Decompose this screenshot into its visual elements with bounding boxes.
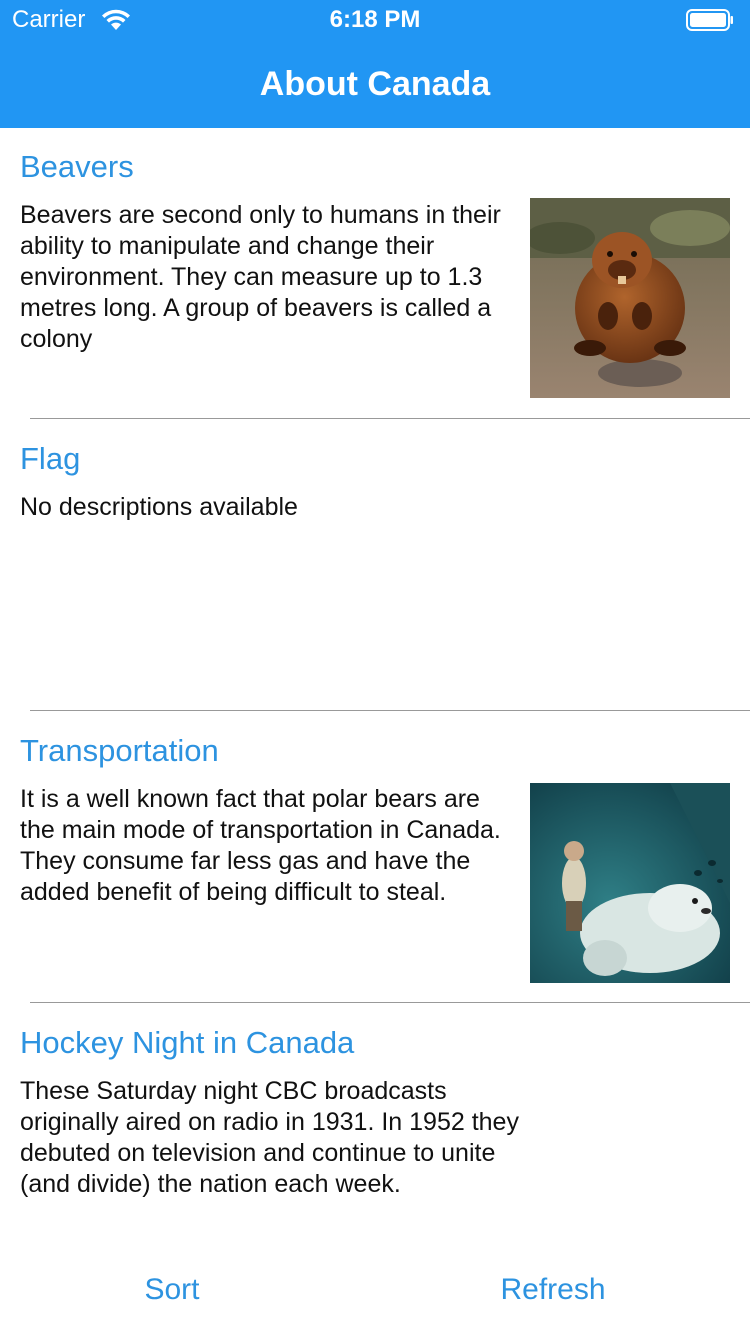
row-separator	[30, 1002, 750, 1003]
row-separator	[30, 418, 750, 419]
list-item-beavers[interactable]: Beavers Beavers are second only to human…	[0, 128, 750, 420]
row-title: Flag	[20, 441, 81, 476]
battery-icon	[686, 9, 733, 31]
row-title: Beavers	[20, 149, 134, 184]
list-item-flag[interactable]: Flag No descriptions available	[0, 420, 750, 712]
status-bar: Carrier 6:18 PM	[0, 0, 750, 40]
row-description: No descriptions available	[20, 493, 298, 521]
list-item-transportation[interactable]: Transportation It is a well known fact t…	[0, 712, 750, 1004]
polar-bear-image	[530, 783, 730, 983]
refresh-button[interactable]: Refresh	[478, 1270, 628, 1310]
row-image-beaver	[530, 198, 730, 398]
row-description: It is a well known fact that polar bears…	[20, 785, 501, 906]
row-description: These Saturday night CBC broadcasts orig…	[20, 1077, 519, 1198]
row-title: Transportation	[20, 733, 219, 768]
row-description: Beavers are second only to humans in the…	[20, 201, 501, 353]
row-image-polar-bear	[530, 783, 730, 983]
page-title: About Canada	[259, 65, 491, 103]
status-time: 6:18 PM	[329, 6, 421, 33]
sort-button[interactable]: Sort	[112, 1270, 232, 1310]
beaver-image	[530, 198, 730, 398]
navigation-bar: Carrier 6:18 PM About Canada	[0, 0, 750, 128]
bottom-toolbar: Sort Refresh	[0, 1256, 750, 1334]
row-separator	[30, 710, 750, 711]
list-item-hockey-night[interactable]: Hockey Night in Canada These Saturday ni…	[0, 1004, 750, 1264]
row-title: Hockey Night in Canada	[20, 1025, 355, 1060]
